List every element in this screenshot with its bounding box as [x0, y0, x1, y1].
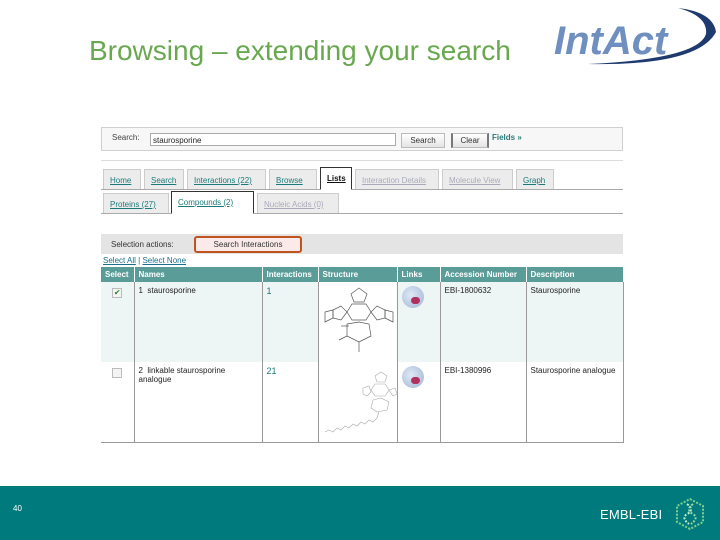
subtab-compounds[interactable]: Compounds (2)	[171, 191, 254, 214]
interactions-count-link[interactable]: 21	[267, 366, 277, 376]
search-input[interactable]: staurosporine	[150, 133, 396, 146]
tab-search[interactable]: Search	[144, 169, 184, 189]
molecule-structure-icon	[324, 371, 397, 433]
row-index: 2	[138, 366, 143, 375]
col-interactions: Interactions	[262, 267, 319, 282]
divider	[101, 160, 623, 161]
col-structure: Structure	[318, 267, 398, 282]
selection-actions-label: Selection actions:	[111, 240, 174, 249]
search-interactions-button[interactable]: Search Interactions	[194, 236, 302, 253]
structure-image	[318, 282, 398, 362]
tab-interaction-details: Interaction Details	[355, 169, 439, 189]
search-button[interactable]: Search	[401, 133, 445, 148]
slide-footer: 40 EMBL-EBI	[0, 486, 720, 540]
description: Staurosporine	[530, 286, 581, 295]
accession-number: EBI-1800632	[444, 286, 492, 295]
accession-number: EBI-1380996	[444, 366, 492, 375]
page-number: 40	[13, 504, 22, 513]
main-tabs: Home Search Interactions (22) Browse Lis…	[101, 167, 623, 190]
compound-name: linkable staurosporine analogue	[138, 366, 226, 384]
tab-home[interactable]: Home	[103, 169, 141, 189]
embl-ebi-label: EMBL-EBI	[600, 507, 663, 522]
subtab-proteins[interactable]: Proteins (27)	[103, 193, 169, 213]
tab-lists[interactable]: Lists	[320, 167, 352, 190]
description: Staurosporine analogue	[530, 366, 616, 375]
tab-molecule-view: Molecule View	[442, 169, 513, 189]
chebi-link-icon[interactable]	[401, 286, 424, 308]
chebi-link-icon[interactable]	[401, 366, 424, 388]
row-checkbox-unchecked[interactable]	[112, 368, 123, 378]
structure-image	[318, 362, 398, 443]
interactions-count-link[interactable]: 1	[267, 286, 272, 296]
row-checkbox-checked[interactable]: ✔	[112, 288, 123, 298]
separator: |	[138, 256, 141, 265]
clear-button[interactable]: Clear	[451, 133, 489, 148]
compound-name: staurosporine	[147, 286, 196, 295]
subtab-nucleic-acids: Nucleic Acids (0)	[257, 193, 339, 213]
col-select: Select	[101, 267, 135, 282]
table-row: 2 linkable staurosporine analogue 21 EBI…	[101, 362, 624, 443]
col-links: Links	[397, 267, 441, 282]
table-row: ✔ 1 staurosporine 1 EBI-1800632 Staurosp…	[101, 282, 624, 362]
search-label: Search:	[112, 133, 140, 142]
tab-graph[interactable]: Graph	[516, 169, 554, 189]
selection-actions: Selection actions: Search Interactions	[101, 234, 623, 254]
molecule-structure-icon	[324, 287, 393, 352]
sub-tabs: Proteins (27) Compounds (2) Nucleic Acid…	[101, 191, 623, 214]
tab-interactions[interactable]: Interactions (22)	[187, 169, 266, 189]
col-names: Names	[134, 267, 263, 282]
row-index: 1	[138, 286, 143, 295]
col-description: Description	[526, 267, 624, 282]
intact-screenshot: Search: staurosporine Search Clear Field…	[101, 127, 624, 445]
select-none-link[interactable]: Select None	[142, 256, 186, 265]
search-bar: Search: staurosporine Search Clear Field…	[101, 127, 623, 151]
selection-links: Select All | Select None	[103, 256, 186, 265]
table-header: Select Names Interactions Structure Link…	[101, 267, 624, 282]
intact-logo: IntAct	[548, 4, 718, 70]
slide-title: Browsing – extending your search	[89, 35, 511, 66]
embl-ebi-logo-icon	[676, 498, 704, 530]
tab-browse[interactable]: Browse	[269, 169, 317, 189]
select-all-link[interactable]: Select All	[103, 256, 136, 265]
compounds-table: Select Names Interactions Structure Link…	[101, 267, 624, 443]
col-accession: Accession Number	[440, 267, 527, 282]
logo-text: IntAct	[554, 19, 669, 63]
fields-link[interactable]: Fields »	[492, 133, 522, 142]
